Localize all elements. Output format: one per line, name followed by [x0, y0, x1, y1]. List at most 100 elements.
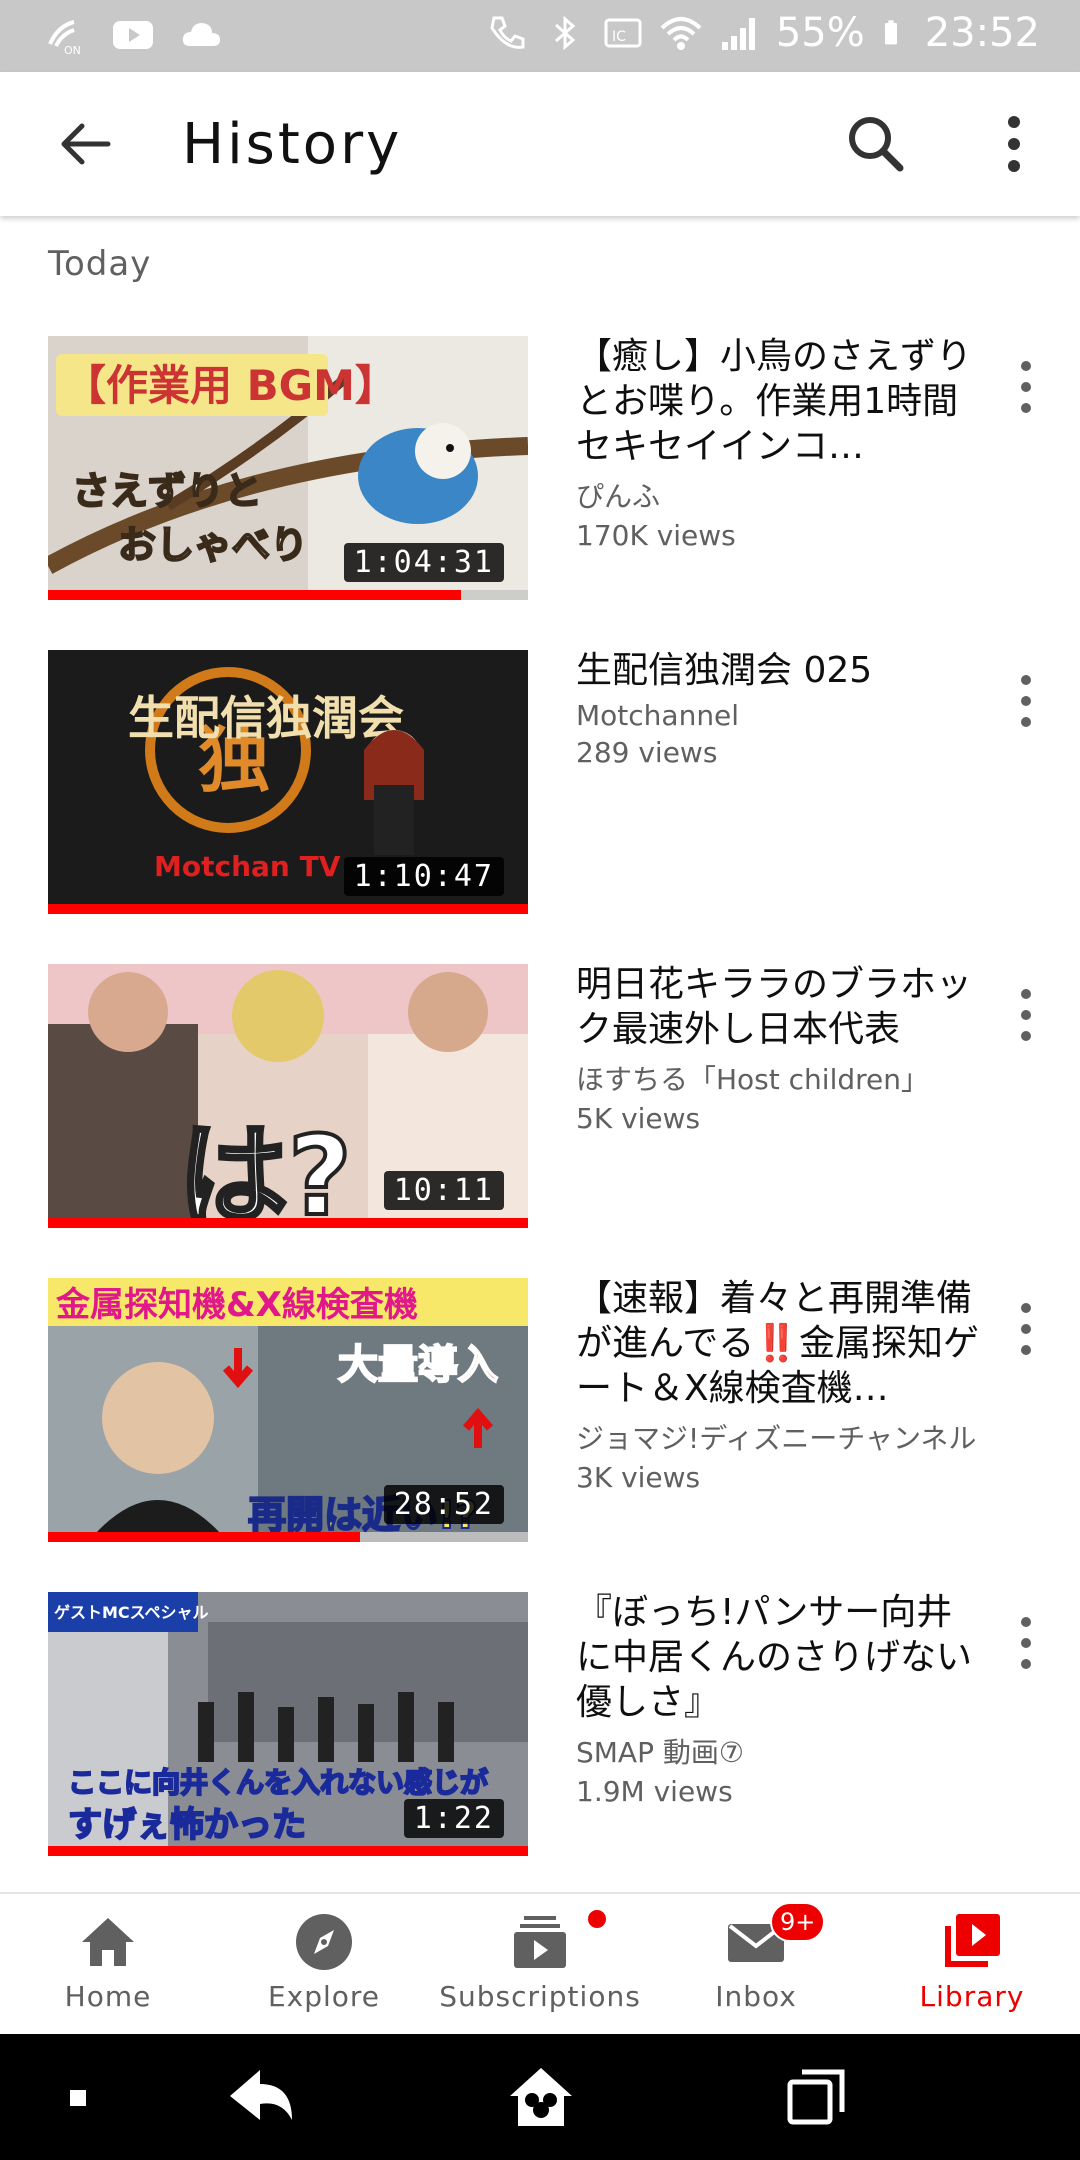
bottom-navigation: Home Explore Subscriptions 9+ Inbox Libr…: [0, 1892, 1080, 2034]
watch-progress-fill: [48, 590, 461, 600]
compass-icon: [296, 1914, 352, 1970]
video-thumbnail[interactable]: 【作業用 BGM】 さえずりと おしゃべり 1:04:31: [48, 336, 528, 600]
battery-percent: 55%: [775, 10, 865, 56]
view-count: 3K views: [576, 1461, 701, 1494]
status-left-icons: ON: [44, 14, 222, 56]
nav-label: Inbox: [715, 1980, 797, 2013]
nav-explore[interactable]: Explore: [216, 1894, 432, 2036]
video-title[interactable]: 明日花キララのブラホック最速外し日本代表: [576, 962, 986, 1052]
thumb-caption: Motchan TV: [154, 850, 341, 883]
nfc-icon: ON: [48, 20, 81, 56]
ic-card-icon: IC: [604, 18, 642, 48]
video-thumbnail[interactable]: 金属探知機&X線検査機 大量導入 再開は近い!? 28:52: [48, 1278, 528, 1542]
nav-label: Home: [64, 1980, 152, 2013]
watch-progress-track: [48, 1846, 528, 1856]
more-vert-icon[interactable]: [984, 106, 1044, 182]
more-vert-icon[interactable]: [1006, 354, 1046, 424]
duration-badge: 1:22: [403, 1799, 504, 1838]
page-title: History: [182, 112, 403, 177]
app-bar: History: [0, 72, 1080, 216]
wifi-calling-icon: [490, 16, 525, 49]
view-count: 289 views: [576, 736, 718, 769]
clock: 23:52: [924, 10, 1040, 56]
watch-progress-fill: [48, 1846, 528, 1856]
svg-text:ON: ON: [64, 44, 81, 56]
video-title[interactable]: 【速報】着々と再開準備が進んでる‼️金属探知ゲート＆X線検査機…: [576, 1276, 986, 1411]
view-count: 1.9M views: [576, 1775, 733, 1808]
notification-dot: [586, 1908, 608, 1930]
watch-progress-fill: [48, 904, 528, 914]
status-bar: ON IC 55% 23:52: [0, 0, 1080, 72]
thumb-caption: 金属探知機&X線検査機: [55, 1285, 418, 1325]
bluetooth-icon: [554, 15, 576, 51]
nav-subscriptions[interactable]: Subscriptions: [432, 1894, 648, 2036]
watch-progress-track: [48, 1532, 528, 1542]
channel-name: Motchannel: [576, 699, 740, 732]
view-count: 5K views: [576, 1102, 701, 1135]
nav-library[interactable]: Library: [864, 1894, 1080, 2036]
system-navigation-bar: [0, 2034, 1080, 2160]
channel-name: SMAP 動画⑦: [576, 1736, 744, 1769]
cloud-icon: [182, 23, 220, 46]
video-thumbnail[interactable]: ゲストMCスペシャル ここに向井くんを入れない感じが すげぇ怖かった 1:22: [48, 1592, 528, 1856]
thumb-caption: 生配信独潤会: [128, 691, 404, 745]
thumb-caption: ここに向井くんを入れない感じが: [68, 1766, 488, 1799]
watch-progress-track: [48, 904, 528, 914]
home-mouse-icon[interactable]: [506, 2062, 576, 2132]
nav-label: Explore: [267, 1980, 381, 2013]
arrow-back-icon[interactable]: [48, 108, 120, 180]
nav-label: Library: [919, 1980, 1025, 2013]
home-icon: [82, 1918, 134, 1966]
video-meta: 『ぼっち!パンサー向井に中居くんのさりげない優しさ』 SMAP 動画⑦ 1.9M…: [576, 1590, 986, 1808]
thumb-caption: 【作業用 BGM】: [64, 361, 397, 410]
video-meta: 【癒し】小鳥のさえずりとお喋り。作業用1時間 セキセイインコ… ぴんふ 170K…: [576, 334, 986, 552]
library-icon: [945, 1914, 1000, 1967]
subscriptions-icon: [514, 1916, 566, 1968]
video-meta: 生配信独潤会 025 Motchannel 289 views: [576, 648, 986, 769]
svg-text:IC: IC: [612, 29, 626, 45]
more-vert-icon[interactable]: [1006, 982, 1046, 1052]
thumb-caption: さえずりと: [72, 469, 262, 513]
thumb-caption: ゲストMCスペシャル: [54, 1603, 209, 1622]
nav-label: Subscriptions: [439, 1980, 641, 2013]
video-thumbnail[interactable]: 独 生配信独潤会 Motchan TV 1:10:47: [48, 650, 528, 914]
video-item[interactable]: 【作業用 BGM】 さえずりと おしゃべり 1:04:31 【癒し】小鳥のさえず…: [0, 336, 1080, 600]
thumb-caption: は?: [178, 1112, 352, 1228]
watch-progress-track: [48, 1218, 528, 1228]
video-title[interactable]: 生配信独潤会 025: [576, 648, 986, 693]
video-title[interactable]: 【癒し】小鳥のさえずりとお喋り。作業用1時間 セキセイインコ…: [576, 334, 986, 469]
channel-name: ぴんふ: [576, 480, 661, 513]
section-header-today: Today: [48, 244, 152, 284]
thumb-caption: おしゃべり: [118, 523, 308, 567]
channel-name: ほすちる「Host children」: [576, 1063, 929, 1096]
duration-badge: 28:52: [383, 1485, 504, 1524]
thumb-caption: 大量導入: [338, 1342, 498, 1388]
search-icon[interactable]: [838, 106, 914, 182]
video-title[interactable]: 『ぼっち!パンサー向井に中居くんのさりげない優しさ』: [576, 1590, 986, 1725]
signal-icon: [721, 18, 755, 50]
more-vert-icon[interactable]: [1006, 1610, 1046, 1680]
duration-badge: 1:10:47: [343, 857, 504, 896]
youtube-icon: [113, 21, 153, 49]
battery-icon: [884, 20, 897, 45]
nav-home[interactable]: Home: [0, 1894, 216, 2036]
view-count: 170K views: [576, 519, 736, 552]
more-vert-icon[interactable]: [1006, 668, 1046, 738]
inbox-badge: 9+: [770, 1902, 826, 1942]
video-meta: 【速報】着々と再開準備が進んでる‼️金属探知ゲート＆X線検査機… ジョマジ!ディ…: [576, 1276, 986, 1494]
watch-progress-fill: [48, 1532, 360, 1542]
video-item[interactable]: ゲストMCスペシャル ここに向井くんを入れない感じが すげぇ怖かった 1:22 …: [0, 1592, 1080, 1856]
recents-small-icon[interactable]: [58, 2062, 128, 2132]
nav-inbox[interactable]: 9+ Inbox: [648, 1894, 864, 2036]
video-meta: 明日花キララのブラホック最速外し日本代表 ほすちる「Host children」…: [576, 962, 986, 1135]
video-thumbnail[interactable]: は? 10:11: [48, 964, 528, 1228]
duration-badge: 10:11: [383, 1171, 504, 1210]
more-vert-icon[interactable]: [1006, 1296, 1046, 1366]
video-item[interactable]: 金属探知機&X線検査機 大量導入 再開は近い!? 28:52 【速報】着々と再開…: [0, 1278, 1080, 1542]
thumb-caption: すげぇ怖かった: [68, 1805, 306, 1845]
duration-badge: 1:04:31: [343, 543, 504, 582]
video-item[interactable]: は? 10:11 明日花キララのブラホック最速外し日本代表 ほすちる「Host …: [0, 964, 1080, 1228]
overview-icon[interactable]: [782, 2062, 852, 2132]
back-icon[interactable]: [226, 2062, 296, 2132]
video-item[interactable]: 独 生配信独潤会 Motchan TV 1:10:47 生配信独潤会 025 M…: [0, 650, 1080, 914]
